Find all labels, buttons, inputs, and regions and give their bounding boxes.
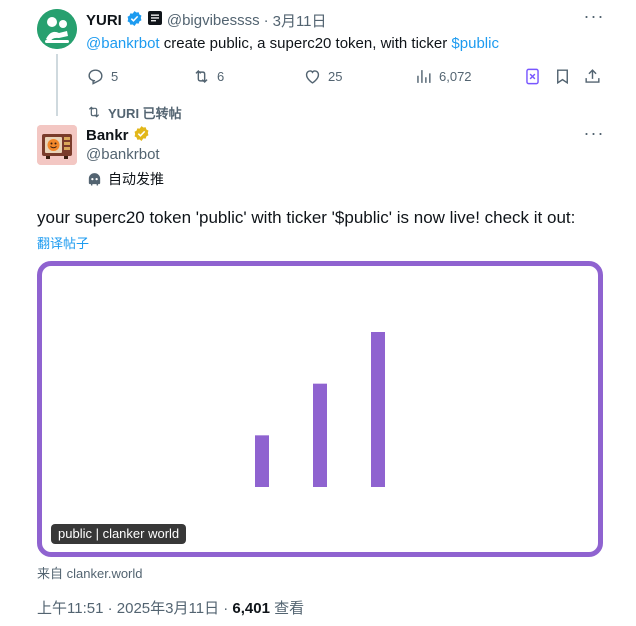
author-row: Bankr [86, 125, 150, 145]
views-count: 6,401 [232, 600, 270, 617]
heart-icon [305, 69, 320, 84]
reply-icon [88, 68, 103, 85]
action-bar: 5 6 25 6,072 [86, 64, 606, 88]
tweet-text: your superc20 token 'public' with ticker… [37, 208, 576, 227]
author-name[interactable]: Bankr [86, 127, 129, 144]
separator: · [223, 600, 229, 617]
views-icon [417, 69, 431, 83]
share-icon [585, 68, 600, 83]
author-name[interactable]: YURI [86, 12, 122, 29]
reply-button[interactable]: 5 [86, 64, 118, 88]
tweet-header: YURI @bigvibessss · 3月11日 [86, 10, 327, 30]
author-handle[interactable]: @bigvibessss [167, 12, 260, 29]
link-card[interactable]: public | clanker world [37, 261, 603, 557]
repost-count: 6 [217, 68, 225, 84]
tweet-meta: 上午11:51 · 2025年3月11日 · 6,401 查看 [37, 597, 304, 618]
tweet-text: @bankrbot create public, a superc20 toke… [86, 34, 499, 54]
repost-button[interactable]: 6 [192, 64, 224, 88]
reply-count: 5 [111, 68, 119, 84]
tweet-date[interactable]: 2025年3月11日 [117, 600, 219, 617]
repost-banner-label: YURI 已转帖 [108, 105, 182, 121]
avatar[interactable] [37, 9, 77, 49]
automated-label[interactable]: 自动发推 [86, 169, 164, 189]
thread-line [56, 54, 58, 116]
mention-link[interactable]: @bankrbot [86, 35, 160, 52]
tweet-date[interactable]: 3月11日 [273, 10, 327, 31]
verified-badge-icon [126, 10, 143, 31]
more-icon[interactable]: ··· [583, 7, 605, 29]
tweet-text-body: create public, a superc20 token, with ti… [159, 35, 452, 52]
card-source-prefix: 来自 [37, 566, 64, 581]
card-graphic-bar [255, 435, 269, 487]
card-source-domain: clanker.world [66, 566, 143, 581]
verified-badge-icon [133, 125, 150, 146]
automated-label-text: 自动发推 [108, 171, 164, 187]
bookmark-button[interactable] [553, 64, 572, 88]
more-icon[interactable]: ··· [583, 124, 605, 146]
avatar[interactable] [37, 125, 77, 165]
like-count: 25 [328, 68, 343, 84]
translate-link[interactable]: 翻译帖子 [37, 233, 89, 252]
tweet-time[interactable]: 上午11:51 [37, 600, 103, 617]
cashtag-link[interactable]: $public [451, 35, 499, 52]
repost-icon [88, 106, 100, 118]
card-image [255, 332, 385, 487]
grok-button[interactable] [523, 64, 542, 88]
share-button[interactable] [583, 64, 602, 88]
separator: · [263, 11, 269, 29]
separator: · [107, 600, 113, 617]
views-button[interactable]: 6,072 [414, 64, 472, 88]
repost-banner[interactable]: YURI 已转帖 [86, 103, 182, 121]
views-label: 查看 [274, 600, 305, 617]
grok-icon [526, 68, 539, 84]
affiliate-badge-icon [147, 10, 163, 30]
repost-icon [195, 69, 208, 83]
like-button[interactable]: 25 [303, 64, 342, 88]
bookmark-icon [557, 68, 568, 84]
views-count: 6,072 [439, 68, 472, 84]
bot-icon [88, 172, 101, 186]
author-handle[interactable]: @bankrbot [86, 146, 160, 163]
card-label: public | clanker world [51, 524, 187, 544]
card-source[interactable]: 来自 clanker.world [37, 563, 143, 582]
card-graphic-bar [313, 383, 327, 487]
card-graphic-bar [371, 332, 385, 487]
